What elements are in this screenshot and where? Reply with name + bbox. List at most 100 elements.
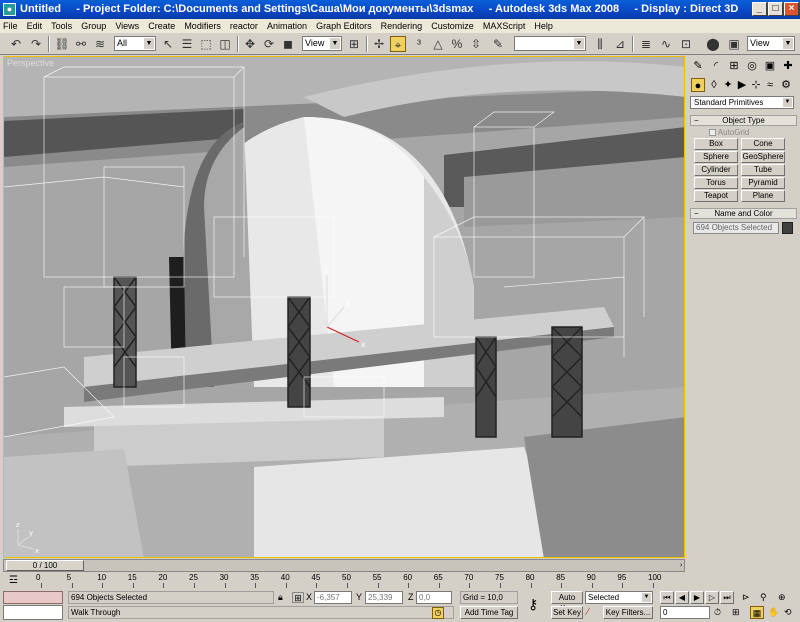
z-coordinate-field[interactable]: 0,0 xyxy=(416,591,452,604)
spinner-snap-icon[interactable]: ⇳ xyxy=(468,36,484,52)
helpers-icon[interactable]: ⊹ xyxy=(749,78,763,92)
set-key-button[interactable]: Set Key xyxy=(551,606,583,619)
pan-view-icon[interactable]: ✋ xyxy=(768,606,782,619)
material-editor-icon[interactable]: ⬤ xyxy=(705,36,721,52)
field-of-view-icon[interactable]: ▦ xyxy=(750,606,764,619)
geosphere-button[interactable]: GeoSphere xyxy=(741,151,785,163)
mini-curve-editor-icon[interactable]: ☲ xyxy=(9,575,21,587)
play-icon[interactable]: ▶ xyxy=(690,591,704,604)
lights-icon[interactable]: ✦ xyxy=(721,78,735,92)
title-bar[interactable]: ● Untitled - Project Folder: C:\Document… xyxy=(0,0,800,19)
previous-frame-icon[interactable]: ◀ xyxy=(675,591,689,604)
name-and-color-rollout[interactable]: − Name and Color xyxy=(690,208,797,219)
close-button[interactable]: × xyxy=(784,2,799,16)
undo-icon[interactable]: ↶ xyxy=(8,36,24,52)
schematic-view-icon[interactable]: ⊡ xyxy=(678,36,694,52)
hierarchy-tab-icon[interactable]: ⊞ xyxy=(727,59,741,73)
unlink-icon[interactable]: ⚯ xyxy=(73,36,89,52)
menu-maxscript[interactable]: MAXScript xyxy=(480,19,529,33)
rectangular-selection-icon[interactable]: ⬚ xyxy=(198,36,214,52)
cone-button[interactable]: Cone xyxy=(741,138,785,150)
menu-reactor[interactable]: reactor xyxy=(227,19,261,33)
orbit-icon[interactable]: ⟲ xyxy=(784,606,798,619)
create-tab-icon[interactable]: ✎ xyxy=(691,59,705,73)
select-and-link-icon[interactable]: ⛓ xyxy=(54,36,70,52)
go-to-start-icon[interactable]: ⏮ xyxy=(660,591,674,604)
render-setup-icon[interactable]: ▣ xyxy=(726,36,742,52)
pyramid-button[interactable]: Pyramid xyxy=(741,177,785,189)
reference-coordinate-dropdown[interactable]: View ▼ xyxy=(302,36,342,51)
time-slider-thumb[interactable]: 0 / 100 xyxy=(6,560,84,571)
zoom-extents-icon[interactable]: ⊞ xyxy=(732,606,746,619)
select-by-name-icon[interactable]: ☰ xyxy=(179,36,195,52)
selection-filter-dropdown[interactable]: All ▼ xyxy=(114,36,156,51)
go-to-end-icon[interactable]: ⏭ xyxy=(720,591,734,604)
time-slider[interactable]: 0 / 100 › xyxy=(3,559,685,572)
next-frame-icon[interactable]: › xyxy=(680,560,685,571)
menu-group[interactable]: Group xyxy=(78,19,109,33)
cylinder-button[interactable]: Cylinder xyxy=(694,164,738,176)
menu-file[interactable]: File xyxy=(0,19,21,33)
viewport-label[interactable]: Perspective xyxy=(7,58,54,68)
absolute-mode-icon[interactable]: ⊞ xyxy=(292,592,304,603)
modify-tab-icon[interactable]: ◜ xyxy=(709,59,723,73)
geometry-icon[interactable]: ● xyxy=(691,78,705,92)
object-type-rollout[interactable]: − Object Type xyxy=(690,115,797,126)
perspective-viewport[interactable]: z y x z y x Perspective xyxy=(3,56,685,558)
motion-tab-icon[interactable]: ◎ xyxy=(745,59,759,73)
percent-snap-icon[interactable]: % xyxy=(449,36,465,52)
menu-rendering[interactable]: Rendering xyxy=(378,19,426,33)
edit-named-selection-icon[interactable]: ✎ xyxy=(490,36,506,52)
x-coordinate-field[interactable]: -6,357 xyxy=(314,591,352,604)
key-icon[interactable]: ⚷ xyxy=(528,595,546,613)
box-button[interactable]: Box xyxy=(694,138,738,150)
zoom-icon[interactable]: ⚲ xyxy=(760,591,774,604)
layer-manager-icon[interactable]: ≣ xyxy=(638,36,654,52)
select-and-manipulate-icon[interactable]: ✢ xyxy=(371,36,387,52)
align-icon[interactable]: ⊿ xyxy=(612,36,628,52)
torus-button[interactable]: Torus xyxy=(694,177,738,189)
track-bar[interactable]: ☲ 0 5 10 15 20 25 30 35 40 45 50 55 60 65 70 75 80 85 90 95… xyxy=(3,573,685,589)
zoom-all-icon[interactable]: ⊕ xyxy=(778,591,792,604)
cameras-icon[interactable]: ▶ xyxy=(735,78,749,92)
menu-customize[interactable]: Customize xyxy=(428,19,477,33)
select-and-move-icon[interactable]: ✥ xyxy=(242,36,258,52)
select-and-scale-icon[interactable]: ◼ xyxy=(280,36,296,52)
curve-editor-icon[interactable]: ∿ xyxy=(658,36,674,52)
time-config-icon[interactable]: ⏱ xyxy=(714,606,728,619)
menu-tools[interactable]: Tools xyxy=(48,19,75,33)
menu-animation[interactable]: Animation xyxy=(264,19,310,33)
auto-key-button[interactable]: Auto Key xyxy=(551,591,583,613)
bind-space-warp-icon[interactable]: ≋ xyxy=(92,36,108,52)
utilities-tab-icon[interactable]: ✚ xyxy=(781,59,795,73)
select-object-icon[interactable]: ↖ xyxy=(160,36,176,52)
menu-views[interactable]: Views xyxy=(112,19,142,33)
add-time-tag-button[interactable]: Add Time Tag xyxy=(460,606,518,619)
primitive-type-dropdown[interactable]: Standard Primitives ▼ xyxy=(690,96,794,109)
next-frame-button-icon[interactable]: ▷ xyxy=(705,591,719,604)
select-and-rotate-icon[interactable]: ⟳ xyxy=(261,36,277,52)
menu-help[interactable]: Help xyxy=(531,19,556,33)
menu-graph-editors[interactable]: Graph Editors xyxy=(313,19,375,33)
mirror-icon[interactable]: ⫼ xyxy=(592,36,608,52)
plane-button[interactable]: Plane xyxy=(741,190,785,202)
key-mode-dropdown[interactable]: Selected ▼ xyxy=(585,591,653,604)
window-crossing-icon[interactable]: ◫ xyxy=(217,36,233,52)
display-tab-icon[interactable]: ▣ xyxy=(763,59,777,73)
object-name-field[interactable]: 694 Objects Selected xyxy=(693,222,779,234)
space-warps-icon[interactable]: ≈ xyxy=(763,78,777,92)
key-filter-icon[interactable]: ∕ xyxy=(587,606,601,619)
maximize-button[interactable]: □ xyxy=(768,2,783,16)
time-tag-icon[interactable]: ◷ xyxy=(432,607,444,619)
maxscript-listener-mini[interactable] xyxy=(3,591,63,604)
lock-selection-icon[interactable]: 🔒︎ xyxy=(278,592,288,603)
sphere-button[interactable]: Sphere xyxy=(694,151,738,163)
app-icon[interactable]: ● xyxy=(3,3,16,16)
redo-icon[interactable]: ↷ xyxy=(28,36,44,52)
snaps-toggle-icon[interactable]: ³ xyxy=(411,36,427,52)
systems-icon[interactable]: ⚙ xyxy=(779,78,793,92)
menu-create[interactable]: Create xyxy=(145,19,178,33)
keyboard-shortcut-override-icon[interactable]: ⌖ xyxy=(390,36,406,52)
autogrid-checkbox[interactable]: AutoGrid xyxy=(709,128,749,137)
teapot-button[interactable]: Teapot xyxy=(694,190,738,202)
